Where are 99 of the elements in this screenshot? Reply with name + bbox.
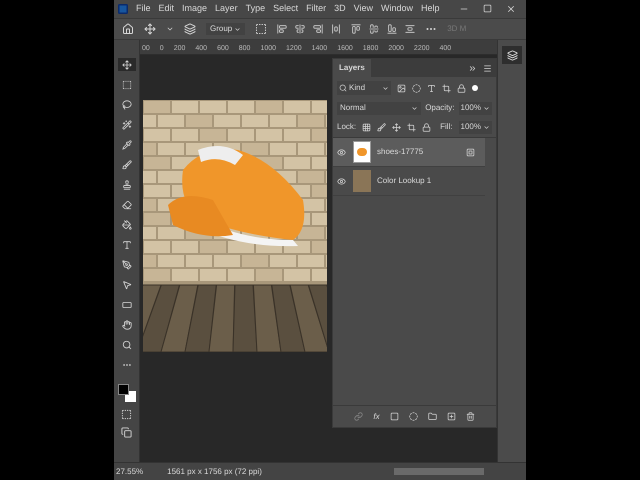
menu-item[interactable]: Window [380,2,413,16]
panel-menu-icon[interactable] [483,64,492,72]
align-center-icon[interactable] [295,24,306,34]
adjustment-icon[interactable] [408,412,418,421]
lock-pixels-icon[interactable] [362,122,372,132]
lasso-tool-icon [122,100,132,110]
visibility-icon[interactable] [337,176,346,186]
move-tool-button[interactable] [118,58,136,71]
type-tool-icon [122,240,132,250]
folder-icon[interactable] [428,412,437,421]
fill-value: 100% [460,121,481,133]
opacity-label: Opacity: [425,102,455,114]
filter-toggle-icon[interactable] [472,85,478,91]
rectangle-tool-icon [122,300,132,310]
maximize-icon[interactable] [483,4,492,13]
layers-icon [506,50,518,60]
caret-icon [483,104,490,112]
layer-thumbnail [353,141,371,163]
pen-tool-icon [122,260,132,270]
lock-filter-icon[interactable] [457,84,466,92]
align-top-icon[interactable] [351,24,362,34]
caret-icon [382,84,389,92]
zoom-tool-icon [122,340,132,350]
link-icon[interactable] [354,412,364,421]
layer-row[interactable]: shoes-17775 [333,138,485,167]
move-tool-icon [122,60,132,70]
layers-icon[interactable] [184,23,196,35]
lock-position-icon[interactable] [392,122,402,132]
close-icon[interactable] [506,4,516,14]
pointer-tool-icon [122,280,132,290]
menu-item[interactable]: File [136,2,151,16]
fill-label: Fill: [440,121,453,133]
hand-tool-icon [122,320,132,330]
distribute-icon[interactable] [331,24,342,34]
align-bottom-icon[interactable] [387,24,398,34]
menu-item[interactable]: 3D [334,2,346,16]
marquee-tool-icon [122,80,132,90]
new-layer-icon[interactable] [446,412,456,421]
menu-item[interactable]: View [354,2,373,16]
align-left-icon[interactable] [277,24,288,34]
home-icon[interactable] [122,23,134,35]
document-size: 1561 px x 1756 px (72 ppi) [167,466,262,478]
stamp-tool-icon [122,180,132,190]
app-logo-icon [118,4,128,14]
collapse-icon[interactable] [468,64,477,72]
bucket-tool-icon [122,220,132,230]
layer-thumbnail [353,170,371,192]
menu-item[interactable]: Filter [306,2,326,16]
layer-name: Color Lookup 1 [377,175,432,187]
filter-value: Kind [349,82,366,94]
layers-dock-button[interactable] [502,46,522,64]
lock-artboard-icon[interactable] [407,122,416,132]
align-right-icon[interactable] [313,24,324,34]
opacity-value: 100% [460,102,481,114]
layer-name: shoes-17775 [377,146,424,158]
lock-label: Lock: [337,121,356,133]
search-icon [339,84,347,92]
image-filter-icon[interactable] [397,84,406,92]
auto-select-dropdown[interactable]: Group [206,23,246,35]
color-swatches-icon[interactable] [118,384,136,402]
menu-item[interactable]: Layer [215,2,238,16]
trash-icon[interactable] [466,412,475,421]
move-icon[interactable] [144,23,156,35]
shape-filter-icon[interactable] [442,84,451,92]
screen-mode-icon[interactable] [121,427,132,438]
filter-dropdown[interactable]: Kind [337,81,391,95]
caret-icon [483,124,490,130]
transform-controls-icon[interactable] [255,23,268,35]
brush-tool-icon [122,160,132,170]
adjustment-filter-icon[interactable] [412,84,421,92]
effects-button[interactable]: fx [373,410,380,422]
distribute-icon[interactable] [405,24,416,34]
visibility-icon[interactable] [337,148,346,156]
eraser-tool-icon [122,200,132,210]
scrollbar[interactable] [394,468,484,475]
align-middle-icon[interactable] [369,24,380,34]
menu-item[interactable]: Help [420,2,440,16]
layer-row[interactable]: Color Lookup 1 [333,167,485,196]
mask-icon[interactable] [390,412,399,421]
lock-all-icon[interactable] [422,122,432,132]
caret-icon [234,26,242,32]
blend-mode-value: Normal [340,102,366,114]
lock-paint-icon[interactable] [377,122,386,132]
quick-mask-icon[interactable] [121,409,132,420]
blend-mode-dropdown[interactable]: Normal [337,102,422,114]
caret-icon [411,104,418,112]
menu-item[interactable]: Image [182,2,208,16]
menu-item[interactable]: Edit [158,2,174,16]
eyedropper-tool-icon [122,140,132,150]
opacity-field[interactable]: 100% [458,102,492,114]
wand-tool-icon [122,120,132,130]
menu-item[interactable]: Type [246,2,266,16]
type-filter-icon[interactable] [427,84,436,92]
caret-icon[interactable] [166,25,174,33]
fill-field[interactable]: 100% [458,120,492,134]
menu-item[interactable]: Select [273,2,298,16]
smart-object-icon[interactable] [466,148,475,156]
panel-tab[interactable]: Layers [333,59,371,77]
zoom-level: 27.55% [116,466,144,478]
